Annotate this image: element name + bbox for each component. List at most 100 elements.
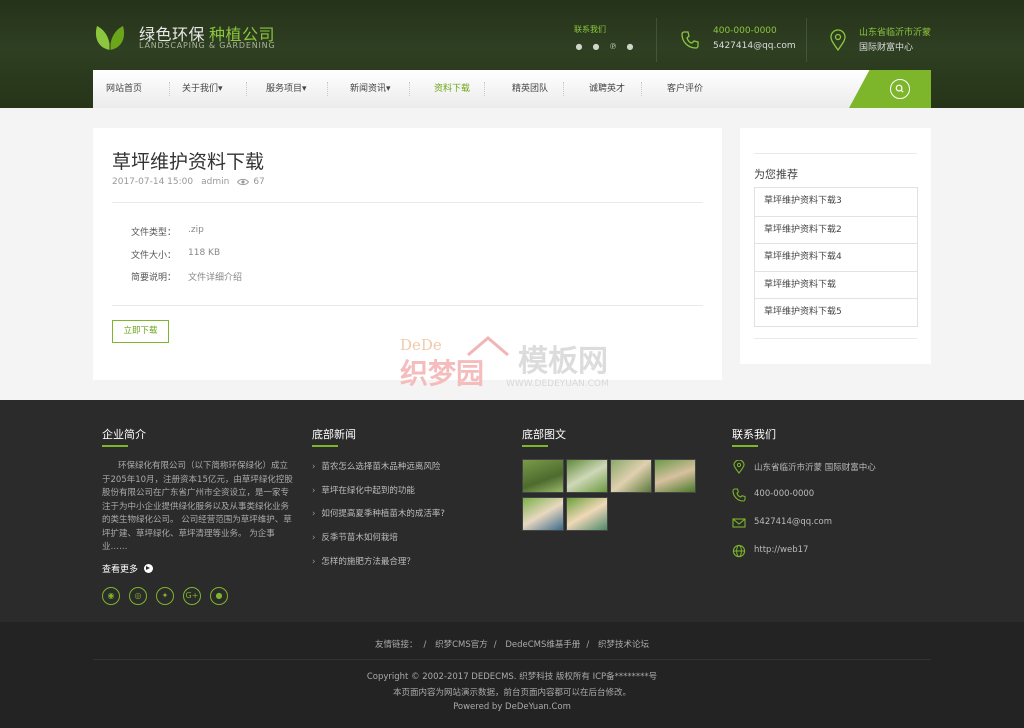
arrow-right-icon [144, 564, 154, 573]
header-email: 5427414@qq.com [713, 41, 796, 51]
wechat-icon[interactable]: ● [210, 587, 228, 605]
weibo-icon[interactable]: ● [574, 42, 584, 52]
footer-intro-text: 环保绿化有限公司（以下简称环保绿化）成立于205年10月，注册资本15亿元，由草… [102, 461, 293, 552]
news-link[interactable]: 苗农怎么选择苗木品种远离风险 [312, 460, 445, 484]
list-item[interactable]: 草坪维护资料下载5 [755, 298, 917, 326]
nav-separator [246, 82, 247, 96]
header-phone: 400-000-0000 [713, 26, 777, 36]
friend-links: 友情链接： / 织梦CMS官方 / DedeCMS维基手册 / 织梦技术论坛 [374, 640, 649, 650]
nav-item-news[interactable]: 新闻资讯▾ [350, 70, 391, 108]
search-icon [895, 84, 904, 93]
file-type-row: 文件类型： .zip [131, 225, 204, 238]
gallery-thumbnail[interactable] [522, 459, 564, 493]
weibo-icon[interactable]: ◎ [129, 587, 147, 605]
wechat-icon[interactable]: ● [625, 42, 635, 52]
file-type-value: .zip [188, 225, 204, 235]
nav-separator [484, 82, 485, 96]
footer-gallery-title: 底部图文 [522, 428, 566, 441]
logo[interactable]: 绿色环保 种植公司 LANDSCAPING & GARDENING [93, 21, 293, 57]
list-item[interactable]: 草坪维护资料下载3 [755, 188, 917, 216]
header-social-icons: ● ● ℗ ● [574, 42, 635, 52]
search-button[interactable] [890, 79, 910, 99]
article-meta: 2017-07-14 15:00 admin 67 [112, 177, 273, 187]
friend-link[interactable]: 织梦技术论坛 [598, 640, 649, 650]
article-panel: 草坪维护资料下载 2017-07-14 15:00 admin 67 文件类型：… [93, 128, 722, 380]
description-label: 简要说明： [131, 273, 177, 283]
file-size-value: 118 KB [188, 248, 221, 258]
divider [93, 659, 931, 660]
leaf-logo-icon [95, 26, 125, 50]
globe-icon [732, 544, 746, 558]
news-link[interactable]: 草坪在绿化中起到的功能 [312, 484, 445, 508]
page-title: 草坪维护资料下载 [112, 151, 265, 173]
contact-address: 山东省临沂市沂蒙 国际财富中心 [732, 460, 932, 474]
contact-phone: 400-000-0000 [732, 488, 932, 502]
location-pin-icon [733, 460, 745, 474]
divider [754, 153, 917, 154]
recommend-list: 草坪维护资料下载3 草坪维护资料下载2 草坪维护资料下载4 草坪维护资料下载 草… [754, 187, 918, 327]
copyright-text: Copyright © 2002-2017 DEDECMS. 织梦科技 版权所有… [366, 672, 658, 682]
header-address-line1: 山东省临沂市沂蒙 [859, 28, 932, 38]
download-button[interactable]: 立即下载 [112, 320, 169, 343]
gallery-thumbnail[interactable] [654, 459, 696, 493]
list-item[interactable]: 草坪维护资料下载4 [755, 243, 917, 271]
svg-text:WWW.DEDEYUAN.COM: WWW.DEDEYUAN.COM [506, 379, 609, 389]
google-plus-icon[interactable]: G+ [183, 587, 201, 605]
news-link[interactable]: 反季节苗木如何栽培 [312, 531, 445, 555]
qq-icon[interactable]: ◉ [102, 587, 120, 605]
twitter-icon[interactable]: ✦ [156, 587, 174, 605]
footer-contact-title: 联系我们 [732, 428, 776, 441]
file-size-label: 文件大小： [131, 251, 177, 261]
demo-notice: 本页面内容为网站演示数据，前台页面内容都可以在后台修改。 [392, 688, 631, 698]
view-more-link[interactable]: 查看更多 [102, 562, 154, 575]
gallery-thumbnail[interactable] [522, 497, 564, 531]
logo-subtitle: LANDSCAPING & GARDENING [139, 41, 276, 50]
nav-item-team[interactable]: 精英团队 [512, 70, 548, 108]
header-address-line2: 国际财富中心 [859, 43, 914, 53]
phone-icon [732, 488, 746, 502]
nav-item-services[interactable]: 服务项目▾ [266, 70, 307, 108]
list-item[interactable]: 草坪维护资料下载 [755, 270, 917, 299]
friend-links-label: 友情链接： [374, 640, 418, 650]
pinterest-icon[interactable]: ℗ [608, 42, 618, 52]
nav-item-reviews[interactable]: 客户评价 [667, 70, 703, 108]
friend-link[interactable]: 织梦CMS官方 [435, 640, 488, 650]
nav-separator [327, 82, 328, 96]
news-link[interactable]: 怎样的施肥方法最合理？ [312, 555, 445, 579]
article-author: admin [201, 177, 230, 187]
powered-by[interactable]: Powered by DeDeYuan.Com [0, 702, 1024, 712]
phone-icon [681, 31, 699, 49]
gallery-thumbnail[interactable] [566, 497, 608, 531]
nav-item-home[interactable]: 网站首页 [106, 70, 142, 108]
nav-separator [563, 82, 564, 96]
article-date: 2017-07-14 15:00 [112, 177, 194, 187]
gallery-thumbnail[interactable] [566, 459, 608, 493]
location-pin-icon [830, 29, 846, 51]
file-type-label: 文件类型： [131, 228, 177, 238]
nav-item-about[interactable]: 关于我们▾ [182, 70, 223, 108]
nav-item-downloads[interactable]: 资料下载 [434, 70, 470, 108]
gallery-thumbnail[interactable] [610, 459, 652, 493]
contact-website: http://web17 [732, 544, 932, 558]
contact-email: 5427414@qq.com [732, 516, 932, 530]
title-underline [522, 445, 548, 447]
article-views: 67 [253, 177, 265, 187]
header-divider [656, 18, 657, 62]
header-divider [806, 18, 807, 62]
footer-news-title: 底部新闻 [312, 428, 356, 441]
news-link[interactable]: 如何提高夏季种植苗木的成活率? [312, 507, 445, 531]
title-underline [102, 445, 128, 447]
sidebar: 为您推荐 草坪维护资料下载3 草坪维护资料下载2 草坪维护资料下载4 草坪维护资… [740, 128, 931, 364]
friend-link[interactable]: DedeCMS维基手册 [505, 640, 580, 650]
site-footer: 企业简介 环保绿化有限公司（以下简称环保绿化）成立于205年10月，注册资本15… [0, 400, 1024, 622]
divider [754, 338, 917, 339]
list-item[interactable]: 草坪维护资料下载2 [755, 215, 917, 244]
file-size-row: 文件大小： 118 KB [131, 248, 220, 261]
divider [112, 305, 703, 306]
footer-news-list: 苗农怎么选择苗木品种远离风险 草坪在绿化中起到的功能 如何提高夏季种植苗木的成活… [312, 460, 445, 578]
nav-item-careers[interactable]: 诚聘英才 [589, 70, 625, 108]
nav-separator [641, 82, 642, 96]
qq-icon[interactable]: ● [591, 42, 601, 52]
nav-separator [409, 82, 410, 96]
description-value: 文件详细介绍 [188, 273, 243, 283]
